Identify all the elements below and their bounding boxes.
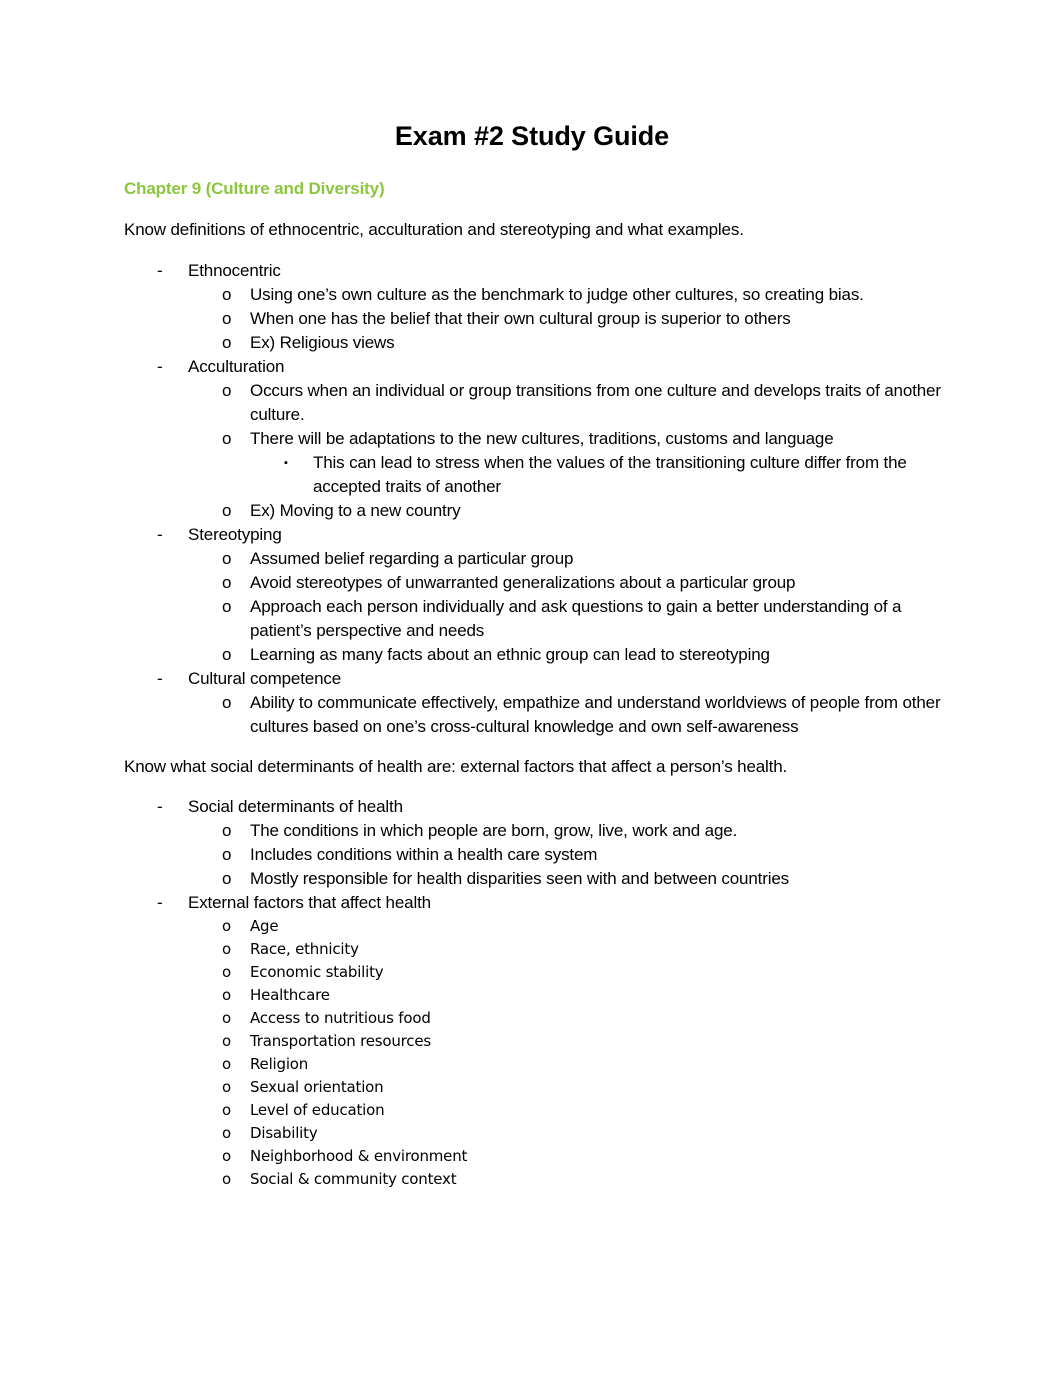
list-item: Learning as many facts about an ethnic g… [250, 645, 770, 664]
list-item: Occurs when an individual or group trans… [250, 381, 946, 424]
list-item: Ethnocentric [188, 261, 281, 280]
bullet-marker-level-2: o [222, 845, 232, 864]
bullet-marker-level-2: o [222, 1147, 231, 1165]
list-item: There will be adaptations to the new cul… [250, 429, 834, 448]
bullet-marker-level-2: o [222, 1124, 231, 1142]
bullet-marker-level-2: o [222, 1055, 231, 1073]
list-item: Social determinants of health [188, 797, 403, 816]
list-item: Level of education [250, 1101, 385, 1119]
list-item: Religion [250, 1055, 309, 1073]
list-item: Access to nutritious food [250, 1009, 431, 1027]
lead-paragraph-definitions: Know definitions of ethnocentric, accult… [124, 220, 744, 239]
bullet-marker-level-2: o [222, 1032, 231, 1050]
bullet-marker-level-2: o [222, 333, 232, 352]
list-item: Social & community context [250, 1170, 457, 1188]
bullet-marker-level-2: o [222, 1078, 231, 1096]
bullet-marker-level-2: o [222, 309, 232, 328]
list-item: Transportation resources [250, 1032, 431, 1050]
bullet-marker-level-2: o [222, 381, 232, 400]
list-item: Ex) Religious views [250, 333, 395, 352]
list-item: Disability [250, 1124, 318, 1142]
bullet-marker-level-2: o [222, 693, 232, 712]
bullet-marker-level-2: o [222, 1170, 231, 1188]
list-item: Race, ethnicity [250, 940, 359, 958]
bullet-marker-level-2: o [222, 429, 232, 448]
bullet-marker-level-1: - [157, 357, 163, 376]
bullet-marker-level-1: - [157, 669, 163, 688]
bullet-marker-level-2: o [222, 821, 232, 840]
bullet-marker-level-2: o [222, 963, 231, 981]
list-item: Economic stability [250, 963, 384, 981]
list-item: Avoid stereotypes of unwarranted general… [250, 573, 796, 592]
list-item: Age [250, 917, 279, 935]
list-item: Mostly responsible for health disparitie… [250, 869, 790, 888]
lead-paragraph-social-determinants: Know what social determinants of health … [124, 757, 788, 776]
bullet-marker-level-2: o [222, 597, 232, 616]
list-item: Ability to communicate effectively, empa… [250, 693, 946, 736]
list-item: Includes conditions within a health care… [250, 845, 598, 864]
bullet-marker-level-1: - [157, 261, 163, 280]
list-item: Cultural competence [188, 669, 342, 688]
bullet-marker-level-1: - [157, 797, 163, 816]
bullet-marker-level-2: o [222, 986, 231, 1004]
list-item: Acculturation [188, 357, 285, 376]
list-item: Sexual orientation [250, 1078, 384, 1096]
bullet-marker-level-2: o [222, 645, 232, 664]
bullet-marker-level-3: ▪ [284, 457, 288, 469]
list-item: Assumed belief regarding a particular gr… [250, 549, 574, 568]
bullet-marker-level-2: o [222, 285, 232, 304]
bullet-marker-level-2: o [222, 501, 232, 520]
page-title: Exam #2 Study Guide [394, 121, 670, 151]
list-item: External factors that affect health [188, 893, 431, 912]
list-item: When one has the belief that their own c… [250, 309, 791, 328]
bullet-marker-level-1: - [157, 525, 163, 544]
bullet-marker-level-2: o [222, 869, 232, 888]
bullet-marker-level-2: o [222, 573, 232, 592]
list-item: Stereotyping [188, 525, 282, 544]
bullet-marker-level-2: o [222, 1101, 231, 1119]
list-item: The conditions in which people are born,… [250, 821, 738, 840]
list-item: Healthcare [250, 986, 330, 1004]
list-item: Approach each person individually and as… [250, 597, 906, 640]
bullet-marker-level-1: - [157, 893, 163, 912]
bullet-marker-level-2: o [222, 549, 232, 568]
section-heading-chapter-9: Chapter 9 (Culture and Diversity) [124, 179, 385, 198]
document-page: Exam #2 Study Guide Chapter 9 (Culture a… [0, 0, 1062, 1377]
bullet-marker-level-2: o [222, 917, 231, 935]
list-item: Ex) Moving to a new country [250, 501, 461, 520]
list-item: This can lead to stress when the values … [313, 453, 912, 496]
bullet-marker-level-2: o [222, 940, 231, 958]
list-item: Using one’s own culture as the benchmark… [250, 285, 864, 304]
list-item: Neighborhood & environment [250, 1147, 468, 1165]
bullet-marker-level-2: o [222, 1009, 231, 1027]
